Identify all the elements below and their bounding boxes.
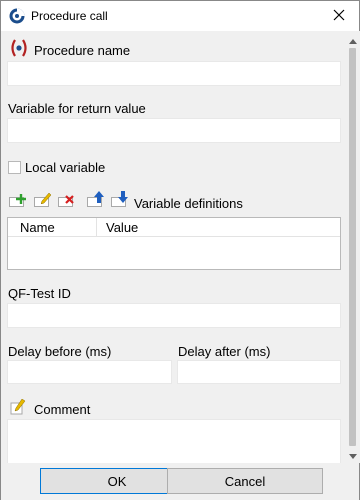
comment-label: Comment	[34, 402, 91, 417]
qftest-id-input[interactable]	[7, 303, 341, 328]
column-divider[interactable]	[96, 218, 97, 237]
chevron-up-icon	[348, 32, 357, 47]
cancel-button[interactable]: Cancel	[167, 468, 323, 494]
delete-row-button[interactable]	[58, 192, 76, 208]
delay-before-label: Delay before (ms)	[8, 344, 112, 359]
close-icon	[333, 9, 345, 24]
add-row-button[interactable]	[9, 192, 27, 208]
title-bar: Procedure call	[1, 1, 359, 31]
chevron-down-icon	[348, 447, 357, 462]
procedure-call-dialog: Procedure call Procedure name Variable f…	[0, 0, 360, 500]
move-down-icon	[118, 191, 128, 206]
delete-row-icon	[65, 192, 74, 207]
edit-row-icon	[40, 192, 52, 207]
column-header-name[interactable]: Name	[20, 220, 55, 235]
move-up-button[interactable]	[87, 191, 105, 208]
edit-row-button[interactable]	[34, 192, 52, 208]
scroll-down-button[interactable]	[345, 446, 360, 463]
add-row-icon	[16, 192, 26, 207]
procedure-icon	[9, 38, 29, 61]
variable-definitions-table[interactable]: Name Value	[7, 217, 341, 270]
qftest-logo-icon	[9, 8, 25, 24]
scroll-thumb[interactable]	[349, 48, 356, 446]
return-variable-label: Variable for return value	[8, 101, 146, 116]
comment-icon	[10, 398, 26, 418]
move-up-icon	[94, 191, 104, 206]
column-header-value[interactable]: Value	[106, 220, 138, 235]
delay-before-input[interactable]	[7, 360, 172, 384]
dialog-footer: OK Cancel	[1, 463, 359, 500]
scroll-up-button[interactable]	[345, 31, 360, 48]
procedure-name-input[interactable]	[7, 61, 341, 86]
variable-definitions-label: Variable definitions	[134, 196, 243, 211]
procedure-name-label: Procedure name	[34, 43, 131, 58]
comment-textarea[interactable]	[7, 419, 341, 463]
window-title: Procedure call	[31, 9, 108, 23]
close-button[interactable]	[319, 1, 359, 31]
delay-after-label: Delay after (ms)	[178, 344, 271, 359]
move-down-button[interactable]	[111, 191, 129, 208]
vertical-scrollbar[interactable]	[345, 31, 360, 463]
local-variable-checkbox[interactable]	[8, 161, 21, 174]
qftest-id-label: QF-Test ID	[8, 286, 71, 301]
local-variable-label: Local variable	[25, 160, 106, 175]
return-variable-input[interactable]	[7, 118, 341, 143]
table-header: Name Value	[8, 218, 340, 237]
delay-after-input[interactable]	[177, 360, 341, 384]
